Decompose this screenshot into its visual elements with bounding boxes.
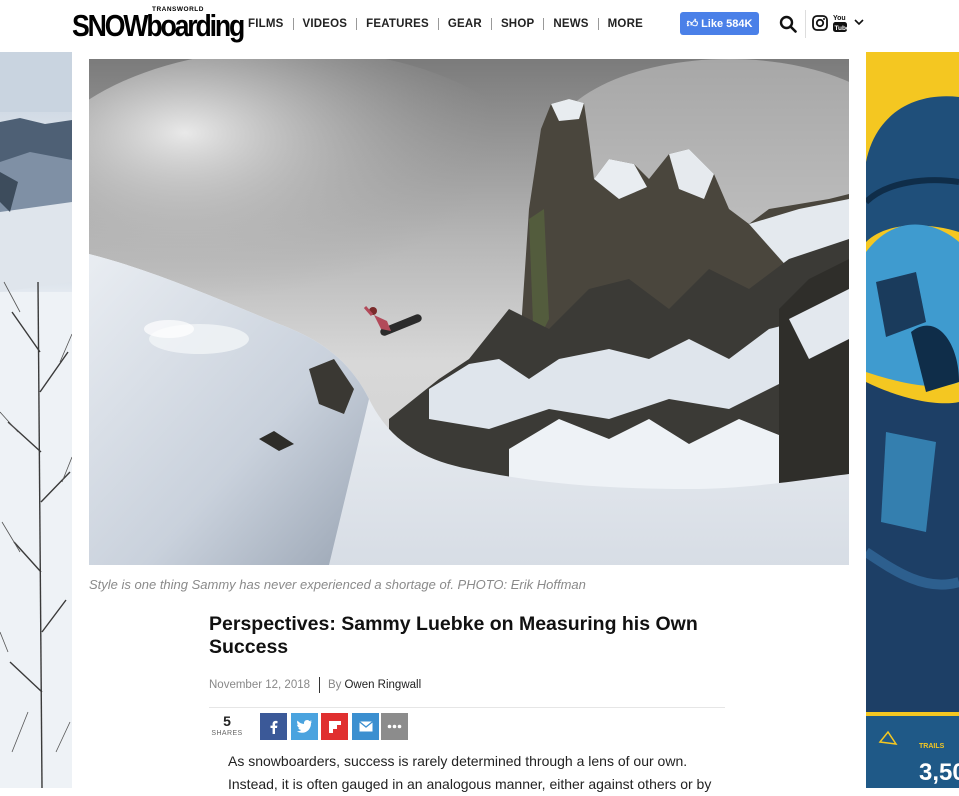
rider-portrait-ad: TRAILS 3,50 [866,52,959,788]
nav-item-films[interactable]: FILMS [248,18,284,30]
nav-divider [437,18,439,30]
main-nav: FILMS VIDEOS FEATURES GEAR SHOP NEWS MOR… [248,17,643,31]
article-date: November 12, 2018 [209,679,311,691]
body-line: Instead, it is often gauged in an analog… [228,776,712,792]
youtube-icon[interactable]: You Tube [833,13,847,33]
meta-rule [209,707,725,708]
share-more-button[interactable] [381,713,408,740]
email-icon [358,721,373,732]
hero-photo[interactable] [89,59,849,565]
photo-caption: Style is one thing Sammy has never exper… [89,577,586,592]
nav-divider [597,18,599,30]
left-skin-image[interactable] [0,52,72,788]
article-meta: November 12, 2018 By Owen Ringwall [209,677,421,693]
share-twitter-button[interactable] [291,713,318,740]
nav-divider [356,18,358,30]
nav-divider [543,18,545,30]
nav-divider [292,18,294,30]
like-label: Like 584K [701,17,753,30]
more-dots-icon [387,724,402,729]
share-count-label: SHARES [211,730,243,737]
share-count-number: 5 [223,713,231,729]
nav-item-gear[interactable]: GEAR [448,18,482,30]
right-skin-ad[interactable]: TRAILS 3,50 [866,52,959,788]
snowboarder-photo [89,59,849,565]
twitter-icon [297,720,312,733]
ad-trails-value: 3,50 [919,759,959,786]
share-flipboard-button[interactable] [321,713,348,740]
site-logo[interactable]: SNOWboarding TRANSWORLD [72,6,245,44]
site-header: SNOWboarding TRANSWORLD FILMS VIDEOS FEA… [0,0,959,50]
nav-divider [490,18,492,30]
article-body: As snowboarders, success is rarely deter… [228,750,728,796]
byline-prefix: By [328,679,342,691]
meta-divider [319,677,321,693]
instagram-icon[interactable] [812,15,828,31]
thumbs-up-icon: 👍︎ [686,18,699,30]
article-title: Perspectives: Sammy Luebke on Measuring … [209,613,698,658]
share-facebook-button[interactable] [260,713,287,740]
search-icon[interactable] [779,15,797,33]
svg-text:You: You [833,15,846,22]
svg-text:Tube: Tube [835,25,848,32]
share-email-button[interactable] [352,713,379,740]
author-link[interactable]: Owen Ringwall [344,679,421,691]
chevron-down-icon[interactable] [853,17,865,27]
nav-item-more[interactable]: MORE [608,18,643,30]
body-line: As snowboarders, success is rarely deter… [228,753,688,769]
facebook-like-button[interactable]: 👍︎ Like 584K [680,12,759,35]
facebook-icon [270,720,277,734]
nav-item-shop[interactable]: SHOP [501,18,534,30]
logo-wordmark: SNOWboarding [72,8,245,43]
nav-item-features[interactable]: FEATURES [366,18,429,30]
ad-trails-label: TRAILS [919,743,945,750]
header-divider [805,10,806,38]
nav-item-news[interactable]: NEWS [553,18,588,30]
nav-item-videos[interactable]: VIDEOS [303,18,348,30]
share-count: 5 SHARES [209,713,245,738]
logo-subtitle: TRANSWORLD [152,6,204,13]
winter-landscape-image [0,52,72,788]
flipboard-icon [328,720,341,733]
